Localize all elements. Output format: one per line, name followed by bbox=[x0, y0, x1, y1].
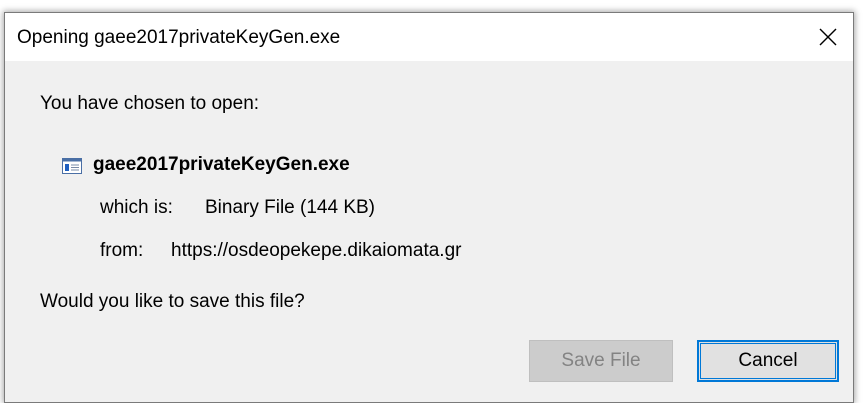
title-bar[interactable]: Opening gaee2017privateKeyGen.exe bbox=[5, 13, 853, 61]
intro-text: You have chosen to open: bbox=[40, 93, 260, 114]
executable-file-icon bbox=[62, 158, 82, 174]
save-file-button[interactable]: Save File bbox=[529, 340, 673, 382]
file-name: gaee2017privateKeyGen.exe bbox=[93, 154, 350, 175]
save-question: Would you like to save this file? bbox=[40, 291, 305, 312]
cancel-button-label: Cancel bbox=[738, 350, 798, 371]
file-type-label: which is: bbox=[100, 197, 173, 218]
dialog-title: Opening gaee2017privateKeyGen.exe bbox=[17, 27, 341, 48]
close-icon bbox=[819, 28, 837, 46]
file-download-dialog: Opening gaee2017privateKeyGen.exe You ha… bbox=[4, 12, 854, 403]
file-source-url: https://osdeopekepe.dikaiomata.gr bbox=[171, 240, 462, 261]
file-source-label: from: bbox=[100, 240, 144, 261]
close-button[interactable] bbox=[803, 13, 853, 61]
cancel-button[interactable]: Cancel bbox=[697, 340, 839, 382]
file-type-value: Binary File (144 KB) bbox=[205, 197, 376, 218]
